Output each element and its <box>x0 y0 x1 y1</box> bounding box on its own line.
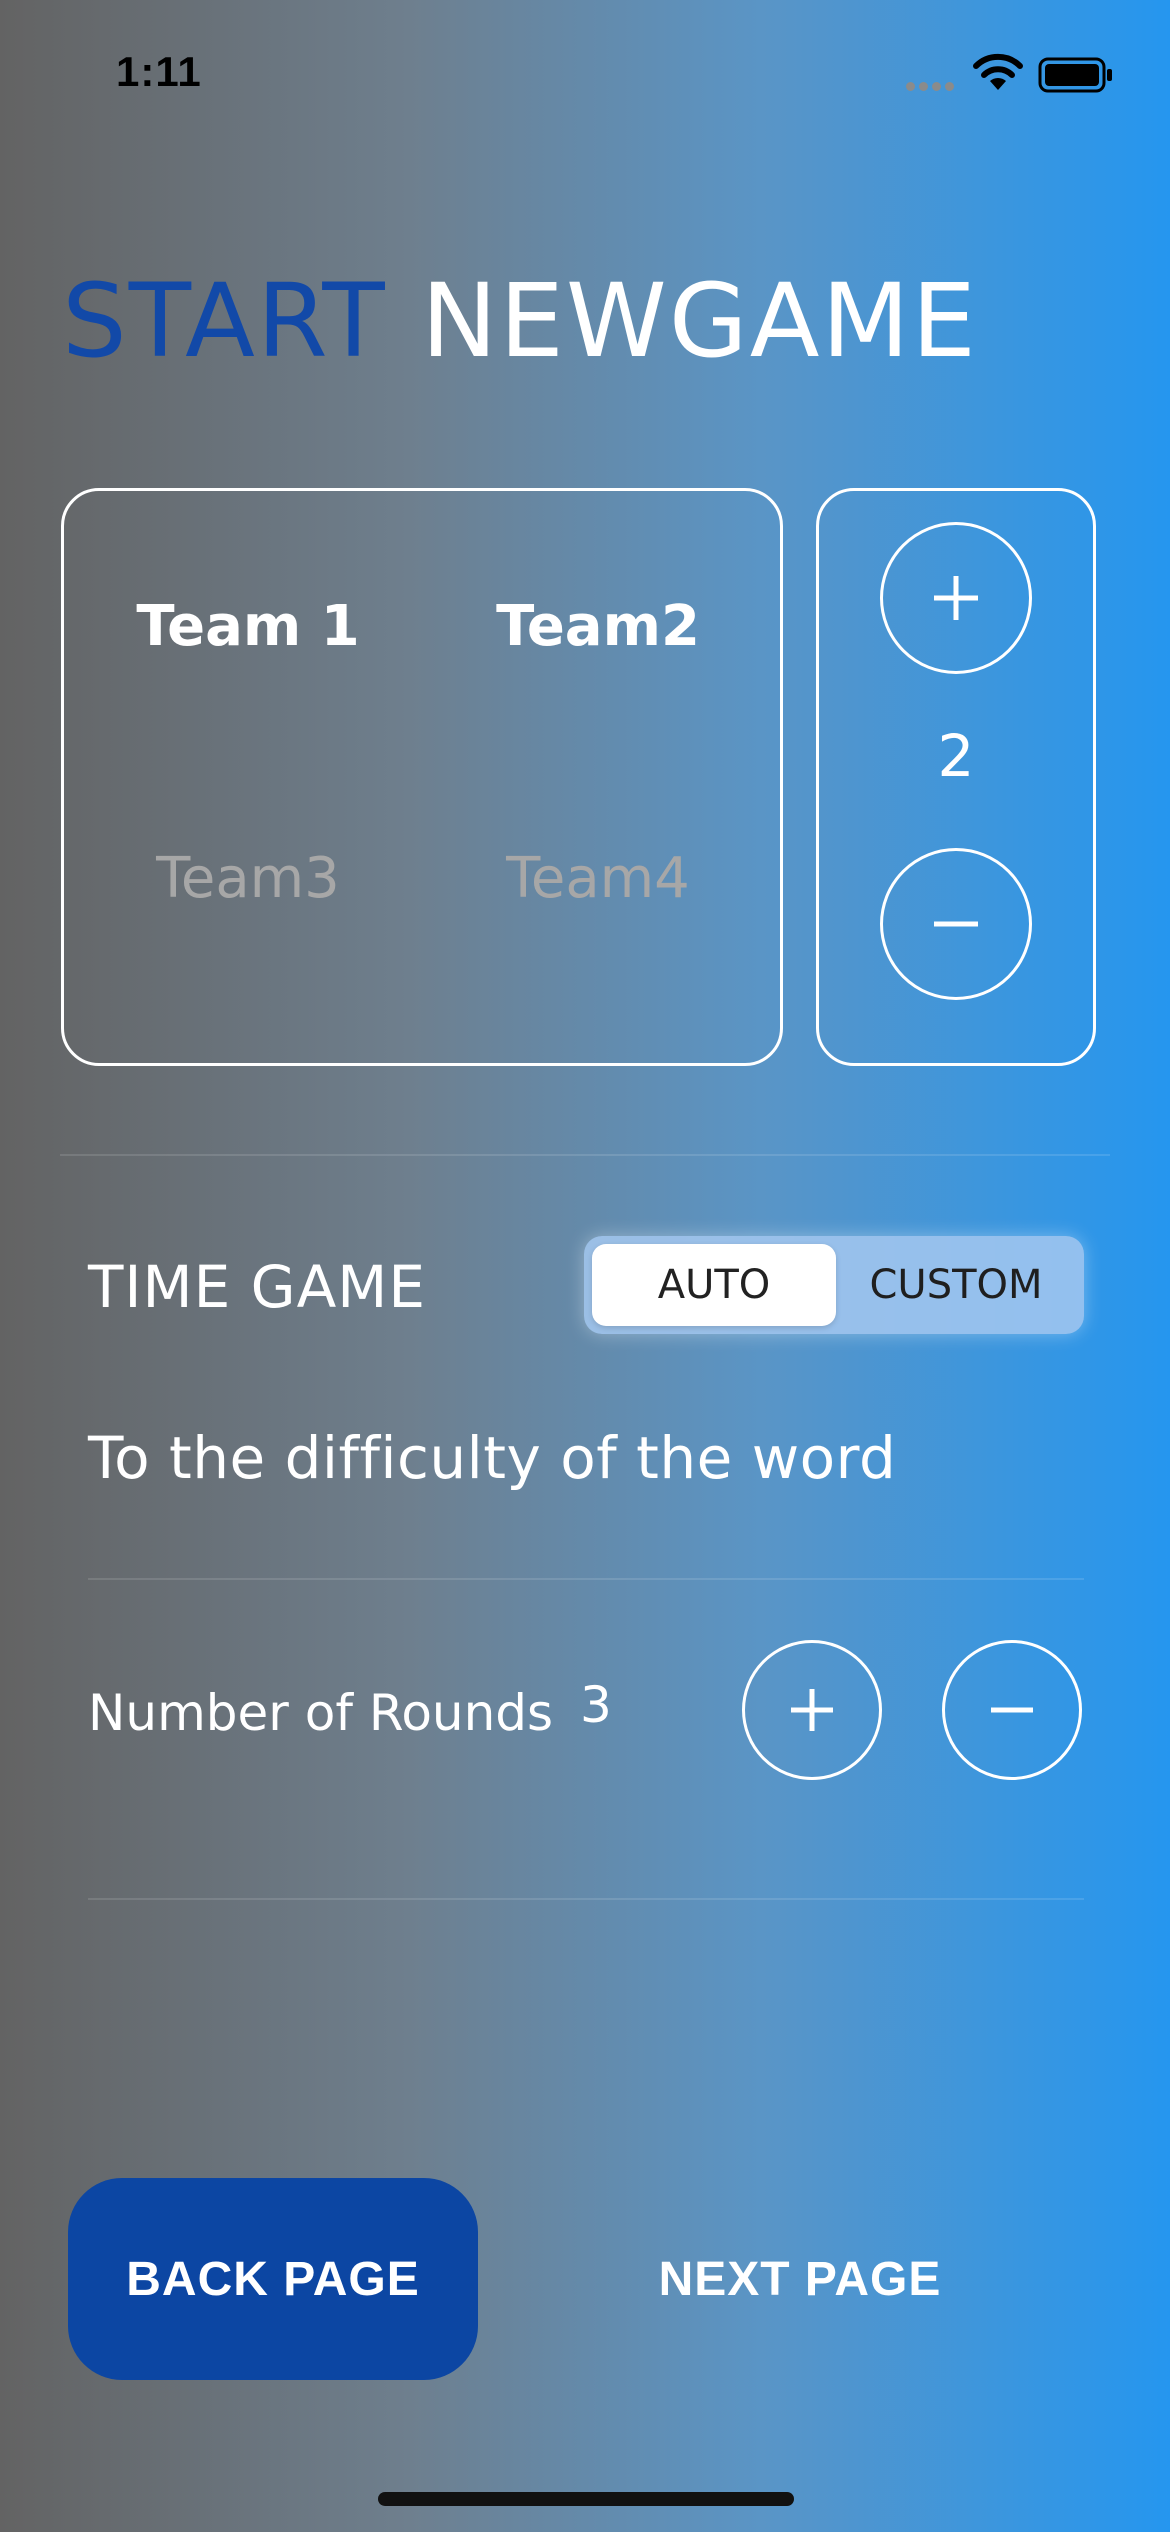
team-item-4[interactable]: Team4 <box>468 846 728 911</box>
minus-icon <box>934 921 978 927</box>
team-item-1[interactable]: Team 1 <box>118 594 378 659</box>
home-indicator <box>378 2492 794 2506</box>
plus-icon <box>934 576 978 620</box>
minus-icon <box>991 1707 1033 1713</box>
add-team-button[interactable] <box>880 522 1032 674</box>
battery-icon <box>1038 57 1114 98</box>
add-round-button[interactable] <box>742 1640 882 1780</box>
divider <box>88 1898 1084 1900</box>
segment-auto[interactable]: AUTO <box>592 1244 836 1326</box>
status-time: 1:11 <box>116 48 202 95</box>
divider <box>60 1154 1110 1156</box>
remove-round-button[interactable] <box>942 1640 1082 1780</box>
rounds-label: Number of Rounds <box>88 1684 554 1742</box>
remove-team-button[interactable] <box>880 848 1032 1000</box>
title-newgame: NEWGAME <box>421 262 978 381</box>
team-item-2[interactable]: Team2 <box>468 594 728 659</box>
team-count: 2 <box>937 722 975 790</box>
next-page-button[interactable]: NEXT PAGE <box>600 2178 1000 2380</box>
team-item-3[interactable]: Team3 <box>118 846 378 911</box>
page-title: START NEWGAME <box>62 262 978 381</box>
signal-dots-icon <box>906 78 962 91</box>
plus-icon <box>791 1689 833 1731</box>
time-game-description: To the difficulty of the word <box>88 1424 897 1492</box>
back-page-button[interactable]: BACK PAGE <box>68 2178 478 2380</box>
time-game-label: TIME GAME <box>88 1253 426 1321</box>
divider <box>88 1578 1084 1580</box>
segment-custom[interactable]: CUSTOM <box>836 1244 1076 1326</box>
wifi-icon <box>970 52 1026 97</box>
teams-panel <box>61 488 783 1066</box>
title-start: START <box>62 262 387 381</box>
rounds-value: 3 <box>580 1676 612 1734</box>
